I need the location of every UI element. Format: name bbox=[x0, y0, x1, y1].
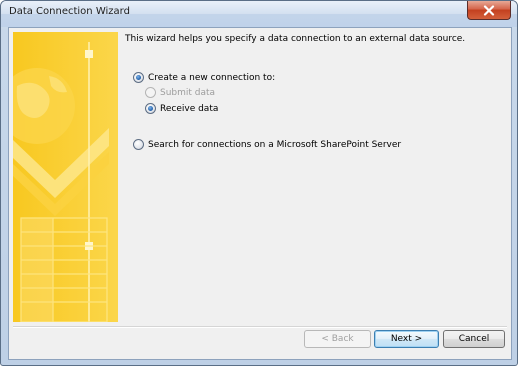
submit-data-option[interactable]: Submit data bbox=[145, 87, 215, 98]
next-button[interactable]: Next > bbox=[374, 330, 439, 348]
create-new-option[interactable]: Create a new connection to: bbox=[133, 72, 275, 83]
create-new-label: Create a new connection to: bbox=[148, 72, 276, 83]
close-icon bbox=[483, 4, 495, 16]
submit-data-label: Submit data bbox=[160, 87, 216, 98]
submit-data-radio[interactable] bbox=[145, 87, 156, 98]
title-bar[interactable]: Data Connection Wizard bbox=[1, 1, 517, 27]
receive-data-radio[interactable] bbox=[145, 103, 156, 114]
search-sharepoint-option[interactable]: Search for connections on a Microsoft Sh… bbox=[133, 139, 401, 150]
window-title: Data Connection Wizard bbox=[9, 6, 130, 17]
search-sharepoint-label: Search for connections on a Microsoft Sh… bbox=[148, 139, 402, 150]
button-separator bbox=[13, 326, 507, 328]
receive-data-label: Receive data bbox=[160, 103, 219, 114]
cancel-button[interactable]: Cancel bbox=[443, 330, 505, 348]
receive-data-option[interactable]: Receive data bbox=[145, 103, 218, 114]
intro-text: This wizard helps you specify a data con… bbox=[125, 34, 466, 44]
wizard-body: This wizard helps you specify a data con… bbox=[8, 27, 512, 360]
close-button[interactable] bbox=[467, 1, 511, 20]
back-button[interactable]: < Back bbox=[304, 330, 371, 348]
search-sharepoint-radio[interactable] bbox=[133, 139, 144, 150]
create-new-radio[interactable] bbox=[133, 72, 144, 83]
wizard-banner-graphic bbox=[13, 32, 118, 322]
wizard-window: Data Connection Wizard This wizard helps… bbox=[0, 0, 518, 366]
